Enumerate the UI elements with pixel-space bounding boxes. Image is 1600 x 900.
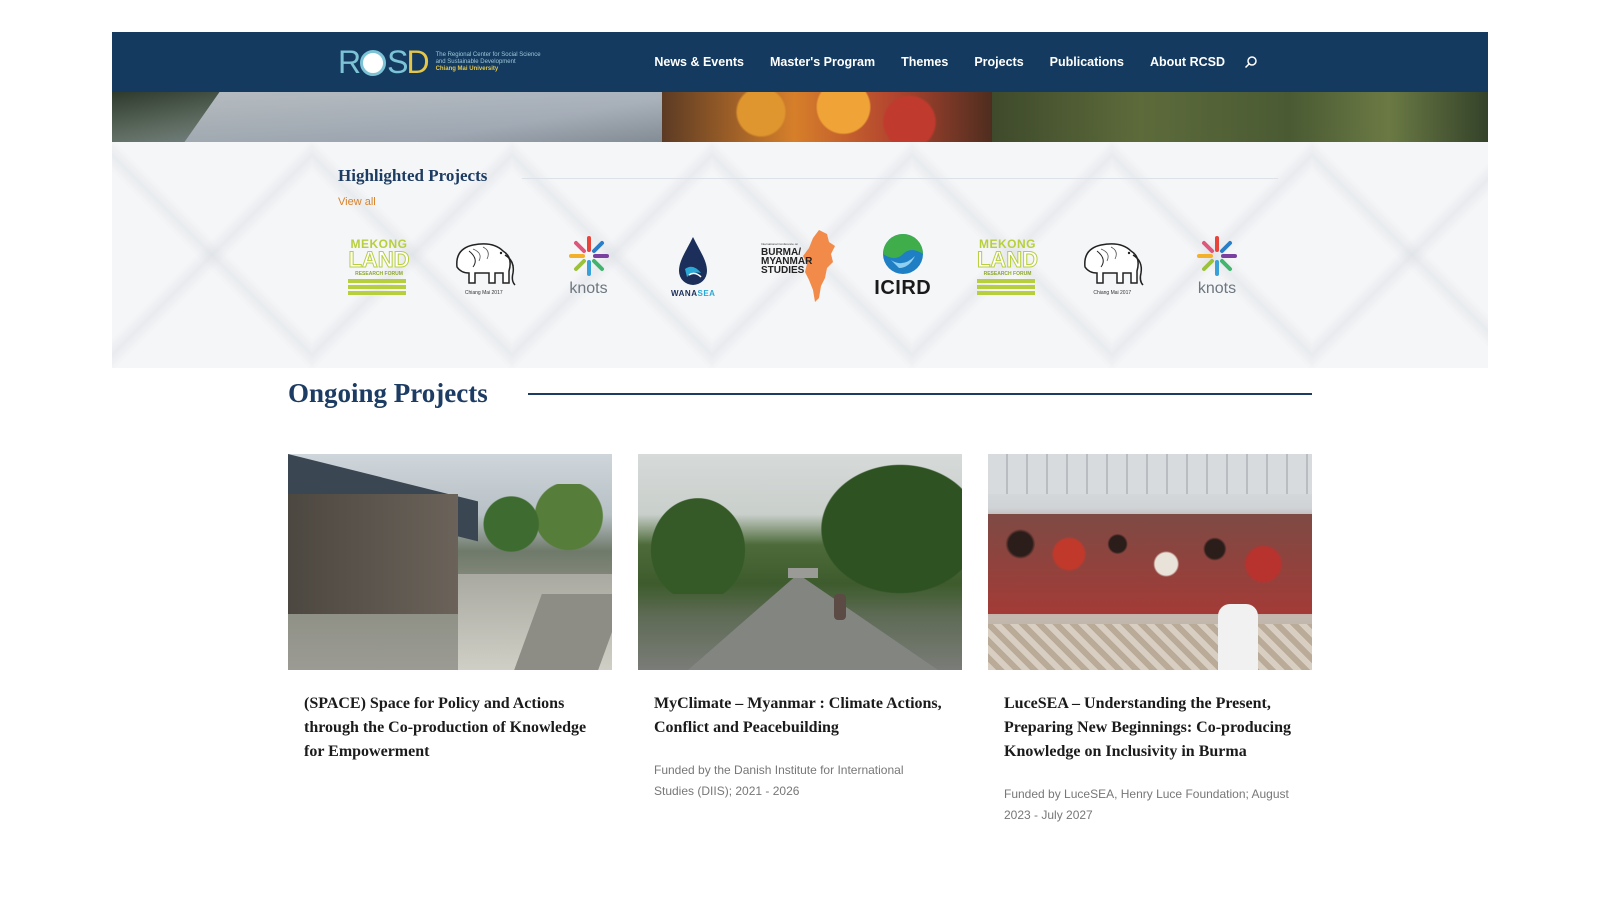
- project-card-myclimate: MyClimate – Myanmar : Climate Actions, C…: [638, 454, 962, 802]
- mekong-land-line-3: RESEARCH FORUM: [355, 270, 403, 277]
- nav-masters-program[interactable]: Master's Program: [757, 55, 888, 69]
- elephant-icon: [455, 242, 516, 286]
- knots-star-icon: [568, 236, 609, 276]
- logo-subtitle-line-2: and Sustainable Development: [435, 58, 516, 65]
- knots-logo[interactable]: knots: [548, 226, 630, 306]
- icird-wordmark: ICIRD: [874, 277, 932, 299]
- nav-about-rcsd[interactable]: About RCSD: [1137, 55, 1238, 69]
- highlighted-projects-section: Highlighted Projects View all MEKONG LAN…: [112, 142, 1488, 368]
- knots-star-icon: [1197, 236, 1237, 276]
- logo-subtitle: The Regional Center for Social Science a…: [436, 52, 566, 73]
- mekong-land-line-2: LAND: [976, 246, 1039, 272]
- highlighted-projects-title: Highlighted Projects: [338, 166, 488, 185]
- project-card-space: (SPACE) Space for Policy and Actions thr…: [288, 454, 612, 764]
- project-title[interactable]: (SPACE) Space for Policy and Actions thr…: [304, 692, 596, 764]
- mekong-land-logo[interactable]: MEKONG LAND RESEARCH FORUM: [338, 226, 420, 306]
- wanasea-wordmark-wana: WANA: [671, 288, 698, 298]
- water-drop-icon: [679, 236, 708, 285]
- project-image-gathering[interactable]: [988, 454, 1312, 670]
- elephant-caption: Chiang Mai 2017: [1093, 289, 1132, 296]
- knots-wordmark: knots: [1197, 280, 1237, 297]
- banner-image-market-roof: [112, 92, 740, 142]
- banner-image-forest: [992, 92, 1488, 142]
- nav-projects[interactable]: Projects: [961, 55, 1036, 69]
- nav-news-events[interactable]: News & Events: [641, 55, 757, 69]
- knots-logo[interactable]: knots: [1176, 226, 1258, 306]
- burma-myanmar-studies-logo[interactable]: International Conference on BURMA/ MYANM…: [757, 226, 839, 306]
- mekong-land-line-2: LAND: [348, 246, 410, 272]
- project-title[interactable]: MyClimate – Myanmar : Climate Actions, C…: [654, 692, 946, 740]
- wanasea-wordmark: WANASEA: [671, 289, 715, 298]
- rcsd-logo-mark: R SD: [338, 44, 430, 80]
- burma-small-caption: International Conference on: [761, 242, 799, 246]
- search-icon[interactable]: [1244, 55, 1258, 69]
- wanasea-wordmark-sea: SEA: [697, 288, 716, 298]
- project-image-market-street[interactable]: [288, 454, 612, 670]
- project-card-lucesea: LuceSEA – Understanding the Present, Pre…: [988, 454, 1312, 826]
- project-logo-carousel: MEKONG LAND RESEARCH FORUM Chiang Mai 20…: [338, 226, 1258, 306]
- nav-publications[interactable]: Publications: [1037, 55, 1137, 69]
- view-all-link[interactable]: View all: [338, 196, 376, 208]
- logo-subtitle-line-3: Chiang Mai University: [435, 65, 499, 72]
- elephant-conference-logo[interactable]: Chiang Mai 2017: [443, 226, 525, 306]
- elephant-conference-logo[interactable]: Chiang Mai 2017: [1071, 226, 1153, 306]
- project-funding: Funded by the Danish Institute for Inter…: [654, 763, 904, 798]
- elephant-icon: [1084, 242, 1144, 286]
- burma-wordmark: BURMA/ MYANMAR STUDIES: [761, 247, 813, 276]
- highlighted-divider: [522, 178, 1278, 179]
- banner-image-market-vendors: [662, 92, 992, 142]
- ongoing-projects-title: Ongoing Projects: [288, 378, 488, 408]
- wanasea-logo[interactable]: WANASEA: [652, 226, 734, 306]
- hero-banner-strip: [112, 92, 1488, 142]
- main-nav: News & Events Master's Program Themes Pr…: [641, 32, 1258, 92]
- logo-subtitle-line-1: The Regional Center for Social Science: [435, 51, 541, 58]
- project-funding: Funded by LuceSEA, Henry Luce Foundation…: [1004, 787, 1289, 822]
- knots-wordmark: knots: [569, 280, 608, 297]
- project-image-road-cyclist[interactable]: [638, 454, 962, 670]
- mekong-land-logo[interactable]: MEKONG LAND RESEARCH FORUM: [967, 226, 1049, 306]
- nav-themes[interactable]: Themes: [888, 55, 961, 69]
- globe-swirl-icon: [882, 234, 923, 274]
- elephant-caption: Chiang Mai 2017: [464, 289, 503, 296]
- icird-logo[interactable]: ICIRD: [862, 226, 944, 306]
- site-header: R SD The Regional Center for Social Scien…: [112, 32, 1488, 92]
- project-title[interactable]: LuceSEA – Understanding the Present, Pre…: [1004, 692, 1296, 764]
- ongoing-divider: [528, 393, 1312, 395]
- mekong-land-line-3: RESEARCH FORUM: [983, 270, 1032, 277]
- rcsd-logo[interactable]: R SD The Regional Center for Social Scien…: [338, 46, 566, 78]
